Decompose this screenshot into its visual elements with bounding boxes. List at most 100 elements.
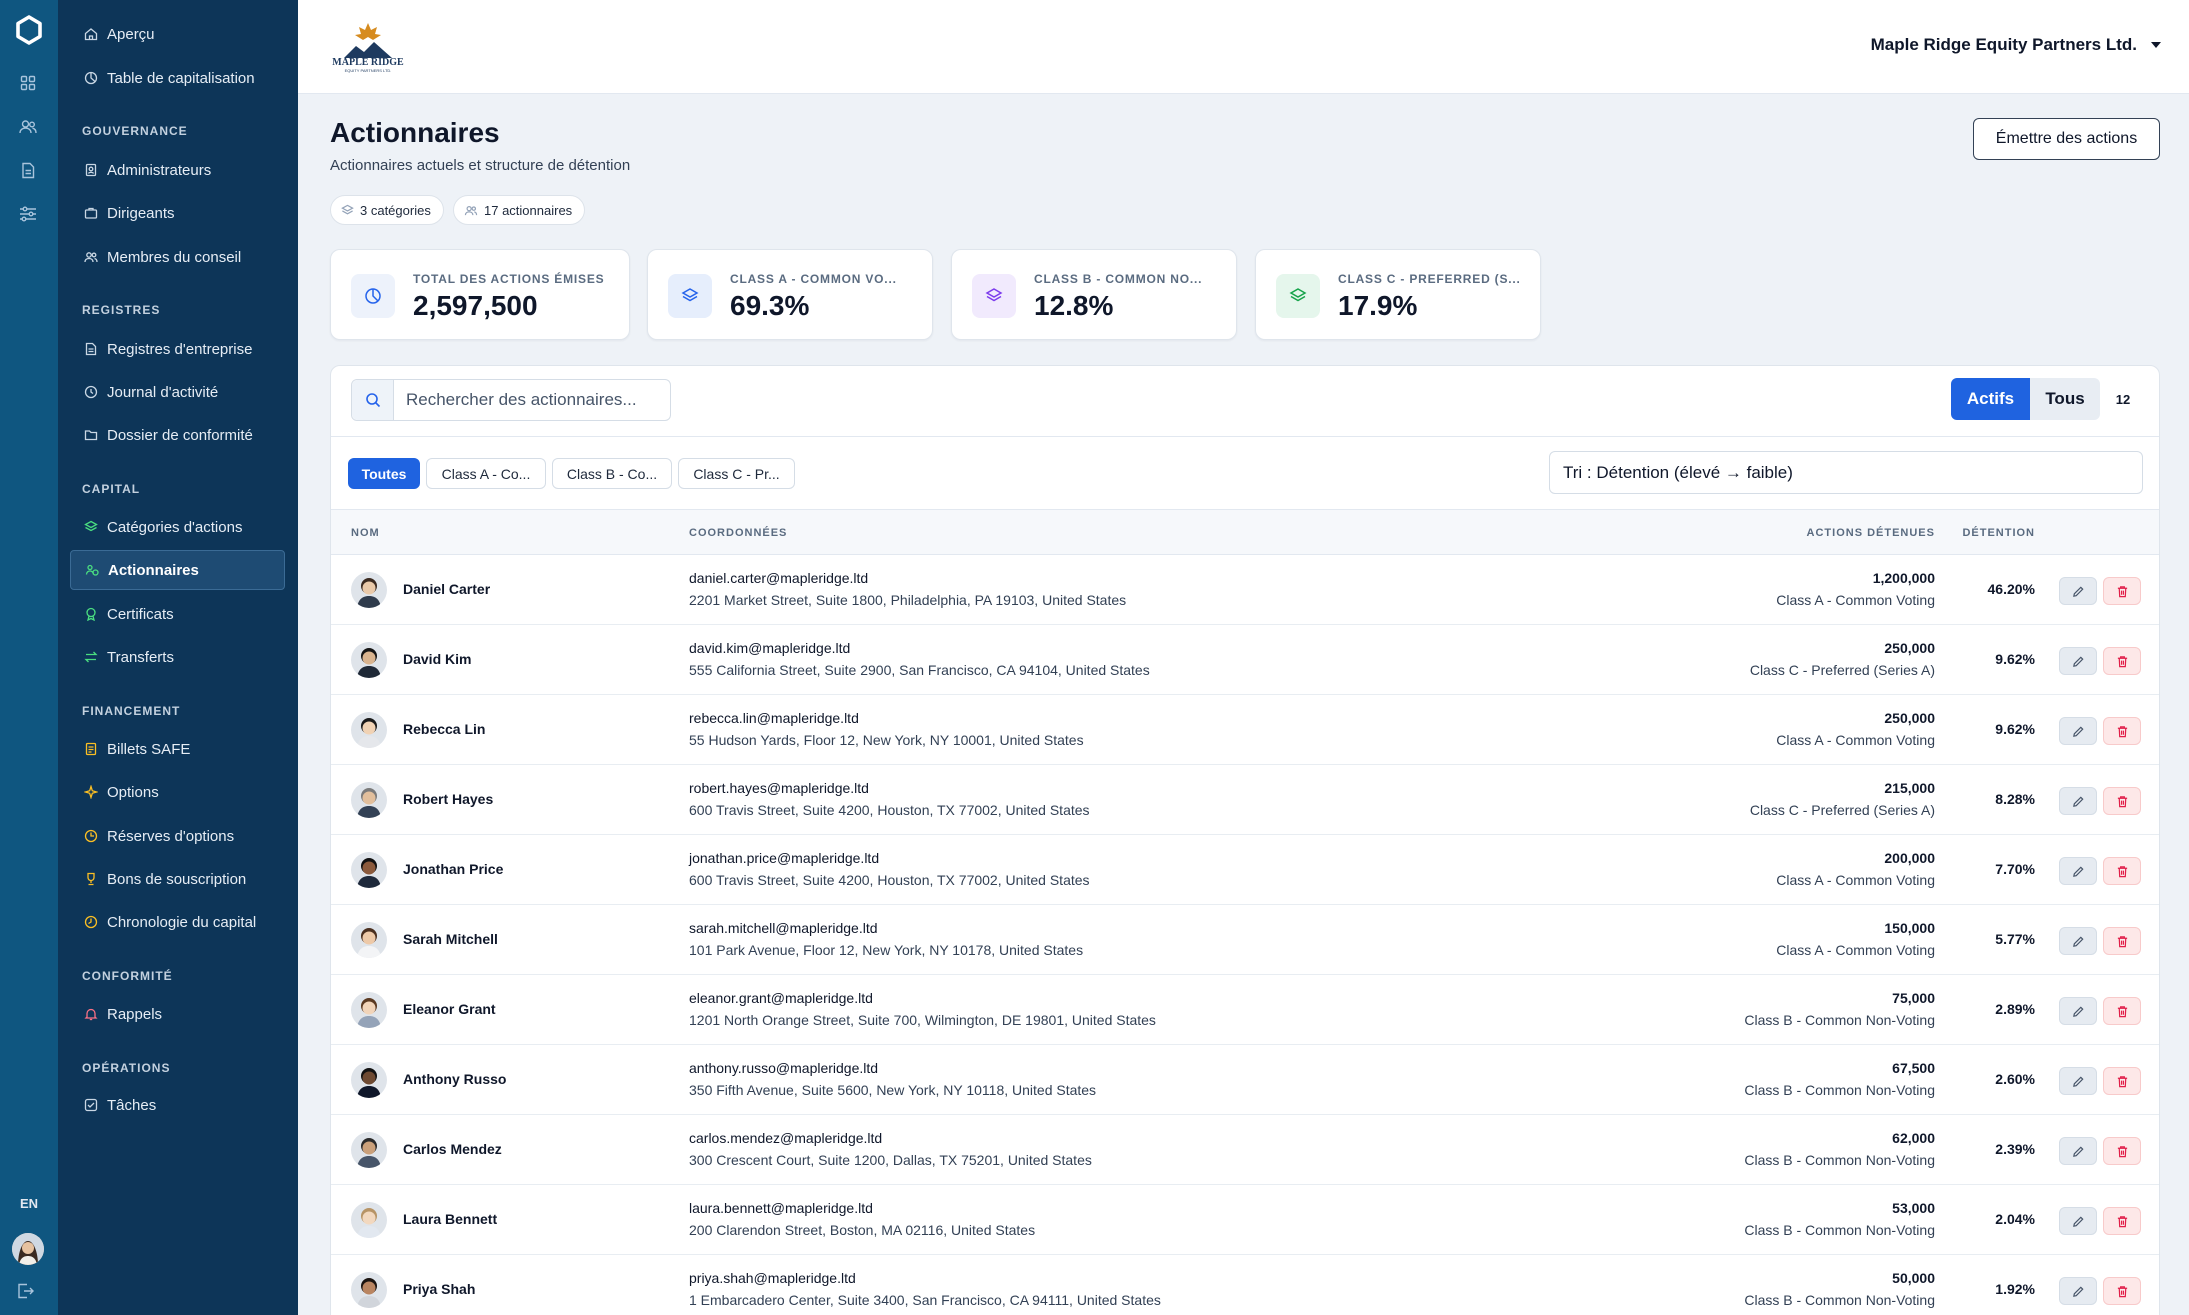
edit-button[interactable] — [2059, 857, 2097, 885]
table-row[interactable]: Rebecca Lin rebecca.lin@mapleridge.ltd 5… — [331, 695, 2159, 765]
edit-button[interactable] — [2059, 927, 2097, 955]
shareholder-name[interactable]: Laura Bennett — [403, 1211, 497, 1227]
class-filter-c[interactable]: Class C - Pr... — [678, 458, 795, 489]
filter-active-button[interactable]: Actifs — [1951, 378, 2030, 420]
pencil-icon — [2072, 1005, 2084, 1017]
edit-button[interactable] — [2059, 1277, 2097, 1305]
shareholder-address: 350 Fifth Avenue, Suite 5600, New York, … — [689, 1082, 1097, 1098]
shareholder-name[interactable]: Anthony Russo — [403, 1071, 506, 1087]
delete-button[interactable] — [2103, 577, 2141, 605]
shareholder-name[interactable]: Sarah Mitchell — [403, 931, 498, 947]
page-title: Actionnaires — [330, 117, 500, 148]
table-row[interactable]: Robert Hayes robert.hayes@mapleridge.ltd… — [331, 765, 2159, 835]
edit-button[interactable] — [2059, 577, 2097, 605]
app-logo-icon[interactable] — [13, 14, 45, 46]
sidebar-item-table-capitalisation[interactable]: Table de capitalisation — [70, 58, 285, 98]
sort-select[interactable]: Tri : Détention (élevé → faible) — [1549, 451, 2143, 494]
sidebar-item-label: Journal d'activité — [107, 383, 219, 401]
table-row[interactable]: Daniel Carter daniel.carter@mapleridge.l… — [331, 555, 2159, 625]
shareholder-name[interactable]: Eleanor Grant — [403, 1001, 496, 1017]
shareholder-name[interactable]: Robert Hayes — [403, 791, 493, 807]
sidebar-item-bons-souscription[interactable]: Bons de souscription — [70, 859, 285, 899]
table-row[interactable]: Eleanor Grant eleanor.grant@mapleridge.l… — [331, 975, 2159, 1045]
class-filter-a[interactable]: Class A - Co... — [426, 458, 546, 489]
delete-button[interactable] — [2103, 717, 2141, 745]
table-header: NOM COORDONNÉES ACTIONS DÉTENUES DÉTENTI… — [331, 509, 2159, 555]
delete-button[interactable] — [2103, 1207, 2141, 1235]
sidebar-item-apercu[interactable]: Aperçu — [70, 14, 285, 54]
ownership-percent: 5.77% — [1995, 931, 2035, 947]
edit-button[interactable] — [2059, 1137, 2097, 1165]
caret-down-icon[interactable] — [2151, 42, 2161, 48]
table-row[interactable]: Sarah Mitchell sarah.mitchell@mapleridge… — [331, 905, 2159, 975]
sidebar-item-billets-safe[interactable]: Billets SAFE — [70, 729, 285, 769]
issue-shares-button[interactable]: Émettre des actions — [1973, 118, 2160, 160]
sidebar-item-chronologie-capital[interactable]: Chronologie du capital — [70, 902, 285, 942]
column-header-shares[interactable]: ACTIONS DÉTENUES — [1807, 527, 1935, 539]
search-input[interactable] — [394, 390, 664, 410]
shareholder-name[interactable]: Carlos Mendez — [403, 1141, 502, 1157]
delete-button[interactable] — [2103, 997, 2141, 1025]
sidebar-item-administrateurs[interactable]: Administrateurs — [70, 150, 285, 190]
delete-button[interactable] — [2103, 1137, 2141, 1165]
sidebar-item-options[interactable]: Options — [70, 772, 285, 812]
edit-button[interactable] — [2059, 647, 2097, 675]
column-header-name[interactable]: NOM — [351, 527, 380, 539]
sidebar-item-certificats[interactable]: Certificats — [70, 594, 285, 634]
sidebar-item-dossier-conformite[interactable]: Dossier de conformité — [70, 415, 285, 455]
delete-button[interactable] — [2103, 647, 2141, 675]
table-row[interactable]: Carlos Mendez carlos.mendez@mapleridge.l… — [331, 1115, 2159, 1185]
sidebar-item-label: Options — [107, 783, 159, 801]
company-switcher[interactable]: Maple Ridge Equity Partners Ltd. — [1871, 35, 2137, 55]
shareholder-name[interactable]: Jonathan Price — [403, 861, 503, 877]
delete-button[interactable] — [2103, 787, 2141, 815]
sidebar-item-reserves-options[interactable]: Réserves d'options — [70, 816, 285, 856]
sidebar-item-actionnaires[interactable]: Actionnaires — [70, 550, 285, 590]
column-header-ownership[interactable]: DÉTENTION — [1962, 527, 2035, 539]
shareholder-name[interactable]: Daniel Carter — [403, 581, 490, 597]
sidebar-item-rappels[interactable]: Rappels — [70, 994, 285, 1034]
sidebar-item-membres-conseil[interactable]: Membres du conseil — [70, 237, 285, 277]
edit-button[interactable] — [2059, 1207, 2097, 1235]
sidebar-item-transferts[interactable]: Transferts — [70, 637, 285, 677]
class-filter-b[interactable]: Class B - Co... — [552, 458, 672, 489]
sidebar-item-registres-entreprise[interactable]: Registres d'entreprise — [70, 329, 285, 369]
sidebar-item-journal-activite[interactable]: Journal d'activité — [70, 372, 285, 412]
shareholder-name[interactable]: David Kim — [403, 651, 471, 667]
class-filter-all[interactable]: Toutes — [348, 458, 420, 489]
section-conformite: CONFORMITÉ — [82, 969, 173, 983]
edit-button[interactable] — [2059, 1067, 2097, 1095]
delete-button[interactable] — [2103, 1067, 2141, 1095]
user-avatar[interactable] — [12, 1233, 44, 1265]
table-row[interactable]: Laura Bennett laura.bennett@mapleridge.l… — [331, 1185, 2159, 1255]
table-row[interactable]: Priya Shah priya.shah@mapleridge.ltd 1 E… — [331, 1255, 2159, 1315]
table-row[interactable]: David Kim david.kim@mapleridge.ltd 555 C… — [331, 625, 2159, 695]
delete-button[interactable] — [2103, 857, 2141, 885]
shareholder-name[interactable]: Rebecca Lin — [403, 721, 485, 737]
document-icon — [84, 342, 98, 356]
delete-button[interactable] — [2103, 927, 2141, 955]
filter-all-button[interactable]: Tous — [2030, 378, 2100, 420]
delete-button[interactable] — [2103, 1277, 2141, 1305]
ownership-percent: 2.60% — [1995, 1071, 2035, 1087]
search-icon[interactable] — [352, 380, 394, 420]
sidebar-item-label: Bons de souscription — [107, 870, 247, 888]
stat-label: CLASS C - PREFERRED (S... — [1338, 272, 1521, 286]
language-switch[interactable]: EN — [0, 1196, 58, 1211]
sidebar-item-dirigeants[interactable]: Dirigeants — [70, 193, 285, 233]
sidebar-item-taches[interactable]: Tâches — [70, 1085, 285, 1125]
sidebar-item-categories-actions[interactable]: Catégories d'actions — [70, 507, 285, 547]
table-row[interactable]: Anthony Russo anthony.russo@mapleridge.l… — [331, 1045, 2159, 1115]
share-class: Class B - Common Non-Voting — [1744, 1222, 1935, 1238]
logout-icon[interactable] — [17, 1283, 35, 1304]
table-row[interactable]: Jonathan Price jonathan.price@mapleridge… — [331, 835, 2159, 905]
shareholder-name[interactable]: Priya Shah — [403, 1281, 475, 1297]
edit-button[interactable] — [2059, 787, 2097, 815]
edit-button[interactable] — [2059, 717, 2097, 745]
edit-button[interactable] — [2059, 997, 2097, 1025]
grid-icon[interactable] — [17, 72, 39, 94]
document-icon[interactable] — [17, 159, 39, 181]
sliders-icon[interactable] — [17, 203, 39, 225]
users-icon[interactable] — [17, 116, 39, 138]
section-registres: REGISTRES — [82, 303, 161, 317]
